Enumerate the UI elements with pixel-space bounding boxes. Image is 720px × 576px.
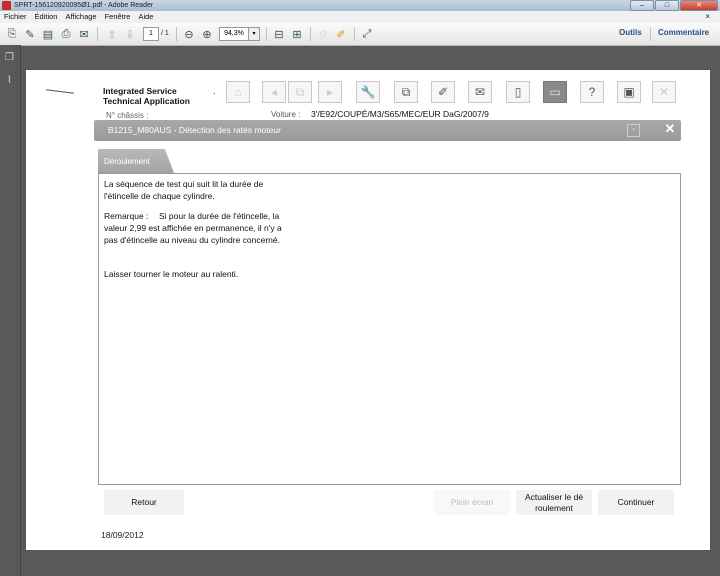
create-pdf-icon[interactable]: ⎘: [4, 26, 20, 42]
content-line: l'étincelle de chaque cylindre.: [104, 191, 215, 201]
scan-mark: [46, 89, 74, 94]
zoom-input[interactable]: 94,3%: [219, 27, 249, 41]
close-window-button[interactable]: ✕: [680, 0, 718, 11]
test-banner: B1215_M80AUS - Détection des ratés moteu…: [94, 120, 681, 141]
next-page-icon[interactable]: ⇩: [122, 26, 138, 42]
reader-toolbar: ⎘ ✎ ▤ ⎙ ✉ ⇧ ⇩ ⊖ ⊕ ⊟ ⊞ ◌ ✐ ⤢: [0, 23, 720, 46]
menu-affichage[interactable]: Affichage: [65, 12, 96, 21]
printer-icon[interactable]: ▭: [543, 81, 567, 103]
exit-icon[interactable]: ✕: [652, 81, 676, 103]
tools-button[interactable]: Outils: [619, 28, 642, 37]
pdf-page: Integrated Service Technical Application…: [26, 70, 710, 550]
menu-fichier[interactable]: Fichier: [4, 12, 27, 21]
zoom-out-icon[interactable]: ⊖: [181, 26, 197, 42]
tools-icon[interactable]: ✐: [431, 81, 455, 103]
comment-icon[interactable]: ◌: [315, 26, 331, 42]
close-document-button[interactable]: ×: [705, 11, 710, 23]
app-title: Integrated Service Technical Application: [103, 86, 190, 106]
documents-icon[interactable]: ⧉: [394, 81, 418, 103]
actualiser-button[interactable]: Actualiser le dé roulement: [516, 490, 592, 515]
content-line: La séquence de test qui suit lit la duré…: [104, 179, 264, 189]
procedure-content: La séquence de test qui suit lit la duré…: [98, 173, 681, 485]
save-icon[interactable]: ▤: [40, 26, 56, 42]
highlight-icon[interactable]: ✐: [333, 26, 349, 42]
menu-fenetre[interactable]: Fenêtre: [105, 12, 131, 21]
copy-icon[interactable]: ⧉: [288, 81, 312, 103]
maximize-button[interactable]: □: [655, 0, 679, 11]
tick-mark: ˎ: [213, 84, 216, 94]
plein-ecran-button[interactable]: Plein écran: [434, 490, 510, 515]
print-date: 18/09/2012: [101, 530, 144, 540]
attachments-icon[interactable]: ⌇: [4, 75, 15, 87]
test-title: B1215_M80AUS - Détection des ratés moteu…: [108, 125, 281, 135]
remark-line: Si pour la durée de l'étincelle, la: [159, 211, 280, 221]
window-titlebar: SPRT-156120920095Ø1.pdf - Adobe Reader –…: [0, 0, 720, 11]
forward-icon[interactable]: ▸: [318, 81, 342, 103]
remark-line: pas d'étincelle au niveau du cylindre co…: [104, 235, 280, 245]
adobe-reader-icon: [2, 1, 11, 10]
navigation-panel: ❐ ⌇: [0, 45, 21, 576]
page-number-input[interactable]: 1: [143, 27, 159, 41]
tab-deroulement[interactable]: Déroulement: [98, 149, 174, 173]
content-line: Laisser tourner le moteur au ralenti.: [104, 269, 239, 279]
vehicle-label: Voiture :: [271, 110, 301, 119]
message-icon[interactable]: ✉: [468, 81, 492, 103]
zoom-in-icon[interactable]: ⊕: [199, 26, 215, 42]
help-icon[interactable]: ?: [580, 81, 604, 103]
chassis-label: N° châssis :: [106, 111, 149, 120]
fit-width-icon[interactable]: ⊞: [289, 26, 305, 42]
print-icon[interactable]: ⎙: [58, 26, 74, 42]
menu-bar: Fichier Édition Affichage Fenêtre Aide ×: [0, 11, 720, 23]
email-icon[interactable]: ✉: [76, 26, 92, 42]
menu-aide[interactable]: Aide: [138, 12, 153, 21]
zoom-dropdown-icon[interactable]: ▾: [248, 27, 260, 41]
minimize-panel-icon[interactable]: ▪: [627, 124, 640, 137]
window-controls: – □ ✕: [630, 0, 718, 11]
home-icon[interactable]: ⌂: [226, 81, 250, 103]
window-title: SPRT-156120920095Ø1.pdf - Adobe Reader: [14, 2, 154, 9]
fit-page-icon[interactable]: ⊟: [271, 26, 287, 42]
back-icon[interactable]: ◂: [262, 81, 286, 103]
retour-button[interactable]: Retour: [104, 490, 184, 515]
comment-button[interactable]: Commentaire: [658, 28, 709, 37]
expand-icon[interactable]: ⤢: [359, 26, 375, 42]
pages-icon[interactable]: ❐: [4, 52, 15, 64]
minimize-button[interactable]: –: [630, 0, 654, 11]
page-total: / 1: [161, 30, 169, 37]
wrench-icon[interactable]: 🔧: [356, 81, 380, 103]
remark-label: Remarque :: [104, 211, 149, 221]
vehicle-value: 3'/E92/COUPÉ/M3/S65/MEC/EUR DaG/2007/9: [311, 109, 489, 119]
battery-icon[interactable]: ▯: [506, 81, 530, 103]
remark-line: valeur 2,99 est affichée en permanence, …: [104, 223, 282, 233]
edit-pdf-icon[interactable]: ✎: [22, 26, 38, 42]
menu-edition[interactable]: Édition: [35, 12, 58, 21]
previous-page-icon[interactable]: ⇧: [104, 26, 120, 42]
display-icon[interactable]: ▣: [617, 81, 641, 103]
close-panel-icon[interactable]: ✕: [663, 122, 677, 136]
continuer-button[interactable]: Continuer: [598, 490, 674, 515]
